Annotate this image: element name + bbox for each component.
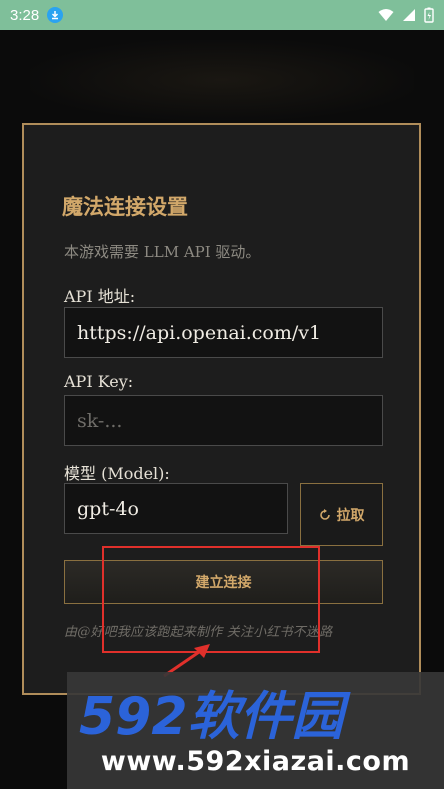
watermark-brand-text: 592软件园	[79, 687, 352, 742]
refresh-icon	[319, 508, 330, 520]
background-title-blur	[30, 40, 414, 120]
signal-icon	[403, 9, 415, 21]
fetch-button-label: 拉取	[336, 507, 365, 524]
battery-icon	[424, 7, 434, 23]
status-bar: 3:28	[0, 0, 444, 30]
watermark-logo: 592软件园	[79, 687, 352, 742]
wifi-icon	[378, 9, 394, 21]
api-key-label: API Key:	[64, 372, 134, 391]
dialog-description: 本游戏需要 LLM API 驱动。	[64, 243, 261, 261]
status-icons	[378, 7, 434, 23]
status-time: 3:28	[10, 6, 40, 24]
download-icon	[47, 7, 64, 23]
dialog-title: 魔法连接设置	[62, 194, 188, 219]
site-watermark: 592软件园 www.592xiazai.com	[67, 672, 444, 789]
model-label: 模型 (Model):	[64, 464, 170, 483]
highlight-annotation-box	[102, 546, 320, 653]
fetch-models-button[interactable]: 拉取	[300, 483, 383, 546]
api-address-input[interactable]: https://api.openai.com/v1	[64, 307, 383, 358]
api-key-input[interactable]: sk-...	[64, 395, 383, 446]
watermark-url: www.592xiazai.com	[100, 746, 411, 777]
model-input[interactable]: gpt-4o	[64, 483, 288, 534]
api-address-label: API 地址:	[64, 287, 136, 306]
